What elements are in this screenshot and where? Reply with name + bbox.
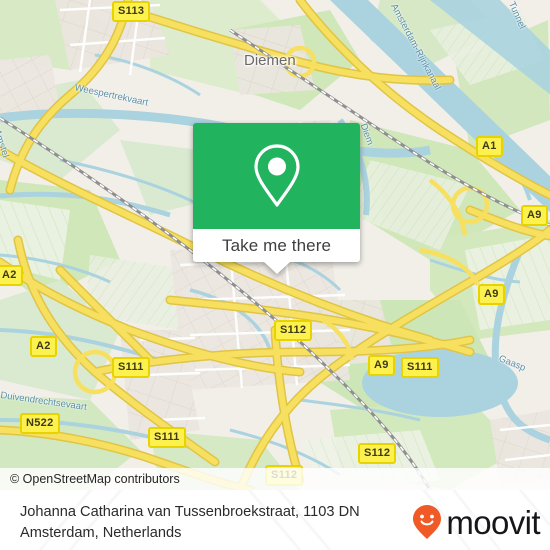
road-shield: A2 xyxy=(30,336,57,357)
take-me-there-card[interactable]: Take me there xyxy=(193,123,360,274)
road-shield: A9 xyxy=(478,284,505,305)
map-share-card: Weespertrekvaart Amsterdam-Rijnkanaal Ga… xyxy=(0,0,550,550)
moovit-logo[interactable]: moovit xyxy=(412,503,541,541)
address-text: Johanna Catharina van Tussenbroekstraat,… xyxy=(20,502,420,544)
map-pin-icon xyxy=(253,144,300,207)
road-shield: A2 xyxy=(0,265,23,286)
map-attribution: © OpenStreetMap contributors xyxy=(0,468,550,490)
moovit-pin-icon xyxy=(413,505,442,539)
address-line-1: Johanna Catharina van Tussenbroekstraat,… xyxy=(20,504,360,520)
road-shield: S111 xyxy=(112,357,150,378)
take-me-there-label: Take me there xyxy=(221,235,332,255)
road-shield: S111 xyxy=(401,357,439,378)
card-pointer-tail xyxy=(263,262,290,274)
road-shield: A1 xyxy=(476,136,503,157)
attribution-text: © OpenStreetMap contributors xyxy=(10,472,180,486)
road-shield: S113 xyxy=(112,1,151,22)
road-shield: A9 xyxy=(521,205,548,226)
road-shield: S112 xyxy=(358,443,397,464)
place-label-diemen: Diemen xyxy=(244,52,296,69)
moovit-wordmark: moovit xyxy=(446,503,540,541)
address-line-2: Amsterdam, Netherlands xyxy=(20,525,182,541)
card-icon-area xyxy=(193,123,360,229)
road-shield: N522 xyxy=(20,413,60,434)
card-action-bar[interactable]: Take me there xyxy=(193,229,360,274)
road-shield: A9 xyxy=(368,355,395,376)
road-shield: S111 xyxy=(148,427,186,448)
road-shield: S112 xyxy=(274,320,313,341)
footer-bar: Johanna Catharina van Tussenbroekstraat,… xyxy=(0,490,550,550)
